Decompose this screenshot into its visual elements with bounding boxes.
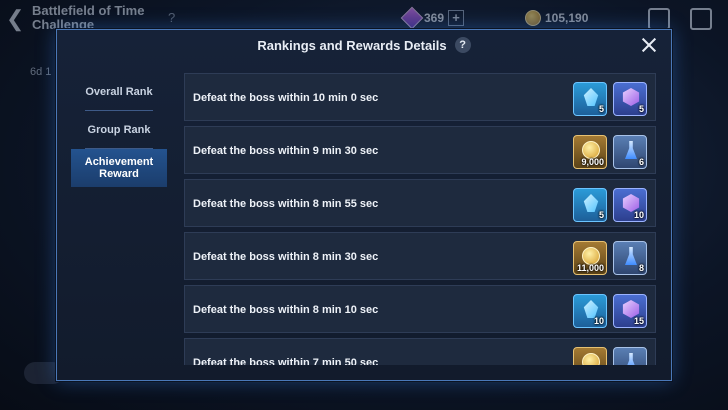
reward-qty: 11,000 bbox=[576, 263, 604, 273]
reward-items: 10 15 bbox=[573, 294, 647, 328]
reward-items bbox=[573, 347, 647, 365]
vial-reward[interactable] bbox=[613, 347, 647, 365]
crystal-reward[interactable]: 5 bbox=[573, 82, 607, 116]
row-label: Defeat the boss within 9 min 30 sec bbox=[193, 145, 379, 157]
reward-items: 11,000 8 bbox=[573, 241, 647, 275]
crystal-reward[interactable]: 5 bbox=[573, 188, 607, 222]
coin-reward[interactable]: 9,000 bbox=[573, 135, 607, 169]
coin-reward[interactable]: 11,000 bbox=[573, 241, 607, 275]
close-icon[interactable] bbox=[641, 37, 657, 53]
page-title: Battlefield of Time Challenge bbox=[32, 3, 145, 32]
list-item: Defeat the boss within 8 min 10 sec 10 1… bbox=[184, 285, 656, 333]
coin-icon bbox=[582, 353, 600, 365]
modal-title: Rankings and Rewards Details bbox=[257, 37, 447, 53]
list-item: Defeat the boss within 9 min 30 sec 9,00… bbox=[184, 126, 656, 174]
reward-qty: 10 bbox=[593, 316, 604, 326]
crystal-reward[interactable]: 10 bbox=[573, 294, 607, 328]
add-gem-button[interactable]: + bbox=[448, 10, 465, 26]
cube-reward[interactable]: 10 bbox=[613, 188, 647, 222]
back-arrow-icon[interactable]: ❮ bbox=[6, 8, 28, 30]
reward-list[interactable]: Defeat the boss within 10 min 0 sec 5 5 … bbox=[184, 73, 656, 365]
gem-resource: 369 + bbox=[400, 6, 465, 30]
help-icon[interactable]: ? bbox=[168, 10, 175, 25]
reward-qty: 5 bbox=[598, 104, 604, 114]
tab-label: Overall Rank bbox=[85, 86, 153, 98]
vial-icon bbox=[625, 353, 637, 365]
tab-label: Achievement Reward bbox=[84, 156, 154, 180]
crystal-icon bbox=[583, 194, 599, 212]
reward-items: 5 10 bbox=[573, 188, 647, 222]
reward-qty: 10 bbox=[633, 210, 644, 220]
list-item: Defeat the boss within 7 min 50 sec bbox=[184, 338, 656, 365]
rankings-rewards-modal: Rankings and Rewards Details ? Overall R… bbox=[56, 29, 672, 381]
cube-reward[interactable]: 15 bbox=[613, 294, 647, 328]
row-label: Defeat the boss within 8 min 55 sec bbox=[193, 198, 379, 210]
book-icon[interactable] bbox=[690, 8, 712, 30]
list-item: Defeat the boss within 8 min 30 sec 11,0… bbox=[184, 232, 656, 280]
cube-icon bbox=[622, 88, 640, 106]
vial-icon bbox=[625, 247, 637, 265]
tab-label: Group Rank bbox=[87, 124, 151, 136]
vial-reward[interactable]: 8 bbox=[613, 241, 647, 275]
help-icon[interactable]: ? bbox=[454, 37, 471, 53]
gem-count: 369 bbox=[424, 11, 445, 25]
cube-reward[interactable]: 5 bbox=[613, 82, 647, 116]
row-label: Defeat the boss within 8 min 30 sec bbox=[193, 251, 379, 263]
tab-sidebar: Overall Rank Group Rank Achievement Rewa… bbox=[71, 73, 167, 187]
coin-count: 105,190 bbox=[545, 11, 589, 25]
reward-items: 9,000 6 bbox=[573, 135, 647, 169]
vial-icon bbox=[625, 141, 637, 159]
vial-reward[interactable]: 6 bbox=[613, 135, 647, 169]
reward-qty: 8 bbox=[638, 263, 644, 273]
coin-icon bbox=[525, 10, 541, 26]
tab-achievement-reward[interactable]: Achievement Reward bbox=[71, 149, 167, 187]
row-label: Defeat the boss within 7 min 50 sec bbox=[193, 357, 379, 365]
reward-qty: 5 bbox=[598, 210, 604, 220]
reward-qty: 6 bbox=[638, 157, 644, 167]
tab-group-rank[interactable]: Group Rank bbox=[71, 111, 167, 149]
row-label: Defeat the boss within 8 min 10 sec bbox=[193, 304, 379, 316]
row-label: Defeat the boss within 10 min 0 sec bbox=[193, 92, 379, 104]
reward-qty: 9,000 bbox=[581, 157, 604, 167]
timer-text: 6d 1 bbox=[30, 66, 52, 78]
coin-reward[interactable] bbox=[573, 347, 607, 365]
reward-items: 5 5 bbox=[573, 82, 647, 116]
tab-overall-rank[interactable]: Overall Rank bbox=[71, 73, 167, 111]
modal-header: Rankings and Rewards Details ? bbox=[57, 30, 671, 60]
gem-icon bbox=[400, 6, 424, 30]
list-item: Defeat the boss within 8 min 55 sec 5 10 bbox=[184, 179, 656, 227]
coin-resource: 105,190 bbox=[525, 8, 588, 28]
crystal-icon bbox=[583, 88, 599, 106]
reward-qty: 5 bbox=[638, 104, 644, 114]
list-item: Defeat the boss within 10 min 0 sec 5 5 bbox=[184, 73, 656, 121]
menu-grid-icon[interactable] bbox=[648, 8, 670, 30]
reward-qty: 15 bbox=[633, 316, 644, 326]
